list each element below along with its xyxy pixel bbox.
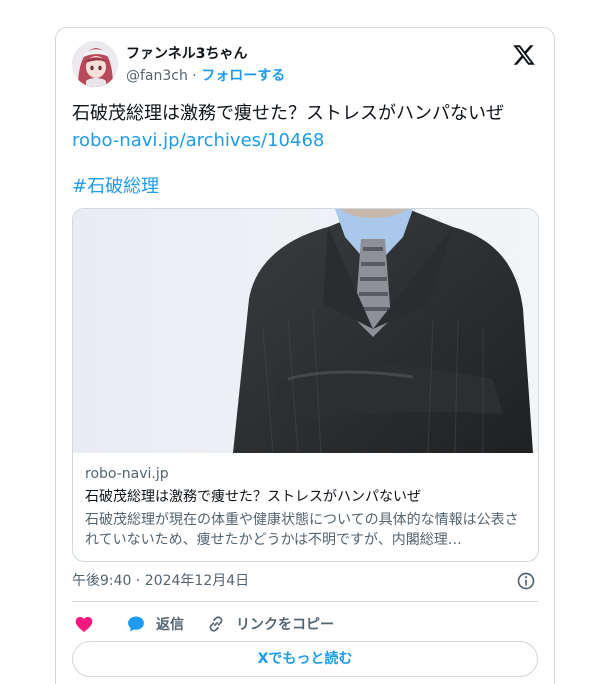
tweet-body: 石破茂総理は激務で痩せた？ストレスがハンパないぜ: [72, 103, 504, 124]
heart-icon: [75, 616, 93, 632]
author-display-name[interactable]: ファンネル3ちゃん: [126, 44, 247, 64]
tweet-actions: 返信 リンクをコピー: [72, 610, 538, 638]
link-preview-info: robo-navi.jp 石破茂総理は激務で痩せた？ストレスがハンパないぜ 石破…: [85, 465, 526, 550]
link-description: 石破茂総理が現在の体重や健康状態についての具体的な情報は公表されていないため、痩…: [85, 512, 519, 548]
avatar-image: [72, 41, 118, 87]
reply-label: 返信: [156, 617, 184, 633]
author-handle[interactable]: @fan3ch: [126, 68, 188, 84]
link-icon: [209, 616, 223, 632]
read-more-button[interactable]: Xでもっと読む: [72, 641, 538, 677]
speech-bubble-icon: [128, 616, 144, 632]
copy-link-label: リンクをコピー: [236, 617, 334, 633]
like-button[interactable]: [74, 610, 104, 638]
copy-link-button[interactable]: リンクをコピー: [206, 610, 334, 638]
tweet-text: 石破茂総理は激務で痩せた？ストレスがハンパないぜ robo-navi.jp/ar…: [72, 100, 542, 154]
hashtag-link[interactable]: #石破総理: [72, 173, 159, 200]
x-logo-icon[interactable]: [512, 43, 536, 67]
tweet-link[interactable]: robo-navi.jp/archives/10468: [72, 130, 324, 151]
handle-separator: ·: [187, 68, 202, 84]
info-icon[interactable]: [516, 571, 536, 591]
divider: [72, 601, 538, 602]
avatar[interactable]: [72, 41, 118, 87]
link-preview-image: [73, 209, 538, 453]
embedded-tweet-card: ファンネル3ちゃん @fan3ch · フォローする 石破茂総理は激務で痩せた？…: [55, 27, 555, 684]
reply-button[interactable]: 返信: [126, 610, 184, 638]
author-handle-row: @fan3ch · フォローする: [126, 66, 285, 86]
tweet-header: ファンネル3ちゃん @fan3ch · フォローする: [72, 41, 538, 89]
tweet-timestamp[interactable]: 午後9:40 · 2024年12月4日: [72, 571, 249, 591]
link-title: 石破茂総理は激務で痩せた？ストレスがハンパないぜ: [85, 489, 421, 505]
follow-link[interactable]: フォローする: [201, 68, 285, 84]
link-preview-card[interactable]: robo-navi.jp 石破茂総理は激務で痩せた？ストレスがハンパないぜ 石破…: [72, 208, 539, 562]
link-domain: robo-navi.jp: [85, 466, 169, 482]
